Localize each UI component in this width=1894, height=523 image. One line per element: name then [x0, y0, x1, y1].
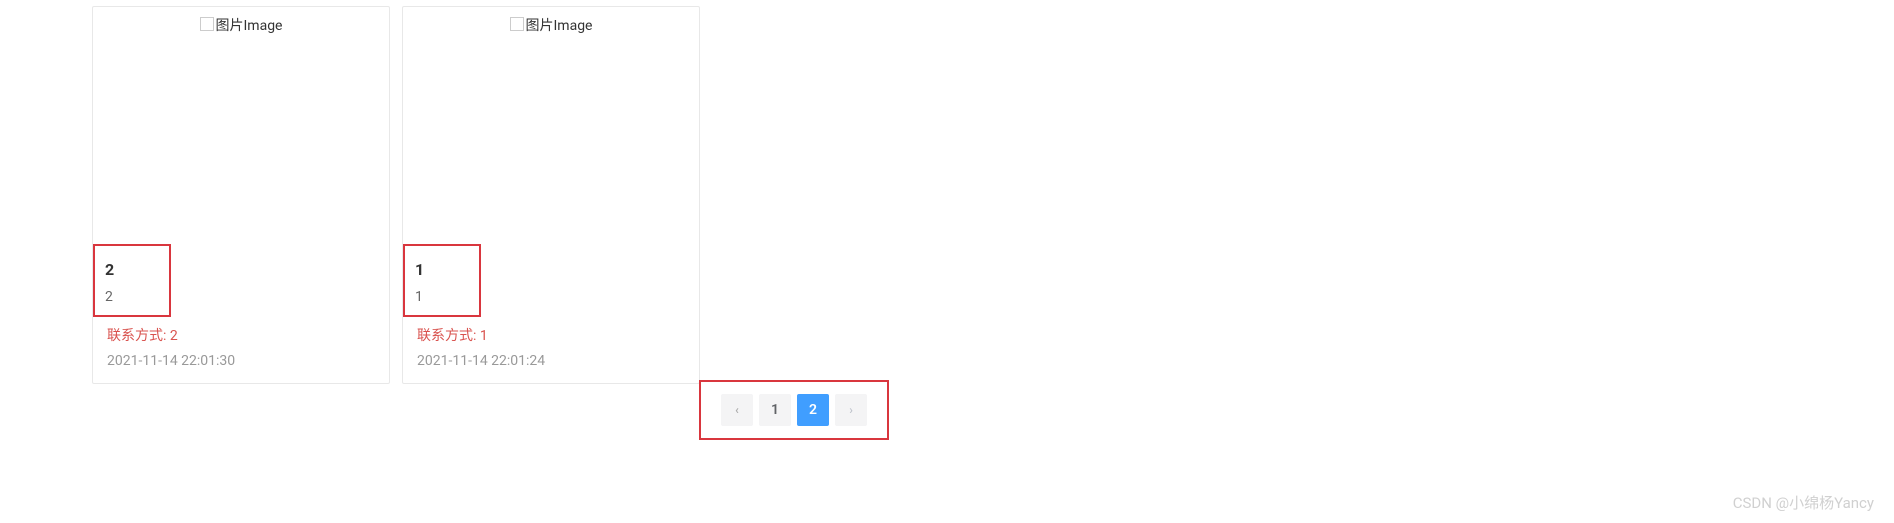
image-placeholder: 图片Image	[200, 15, 283, 35]
card-body: 1 1 联系方式: 1 2021-11-14 22:01:24	[403, 232, 699, 383]
card-title: 1	[415, 260, 469, 279]
card-body: 2 2 联系方式: 2 2021-11-14 22:01:30	[93, 232, 389, 383]
timestamp: 2021-11-14 22:01:30	[107, 353, 375, 369]
image-placeholder-label: 图片Image	[526, 15, 593, 35]
contact-line: 联系方式: 1	[417, 325, 685, 345]
pagination: ‹ 1 2 ›	[721, 394, 867, 426]
card-subtitle: 1	[415, 289, 469, 305]
broken-image-icon	[510, 17, 524, 31]
card-image-area: 图片Image	[403, 7, 699, 232]
cards-container: 图片Image 2 2 联系方式: 2 2021-11-14 22:01:30 …	[0, 0, 1894, 384]
pagination-page-2[interactable]: 2	[797, 394, 829, 426]
contact-value: 1	[480, 328, 488, 344]
pagination-next-button[interactable]: ›	[835, 394, 867, 426]
contact-line: 联系方式: 2	[107, 325, 375, 345]
image-placeholder-label: 图片Image	[216, 15, 283, 35]
timestamp: 2021-11-14 22:01:24	[417, 353, 685, 369]
card-item[interactable]: 图片Image 2 2 联系方式: 2 2021-11-14 22:01:30	[92, 6, 390, 384]
chevron-left-icon: ‹	[735, 403, 739, 417]
image-placeholder: 图片Image	[510, 15, 593, 35]
pagination-page-1[interactable]: 1	[759, 394, 791, 426]
pagination-prev-button[interactable]: ‹	[721, 394, 753, 426]
card-title: 2	[105, 260, 159, 279]
pagination-wrapper: ‹ 1 2 ›	[699, 380, 889, 440]
chevron-right-icon: ›	[849, 403, 853, 417]
contact-label: 联系方式:	[107, 328, 166, 344]
card-item[interactable]: 图片Image 1 1 联系方式: 1 2021-11-14 22:01:24	[402, 6, 700, 384]
highlight-box: 2 2	[93, 244, 171, 317]
contact-label: 联系方式:	[417, 328, 476, 344]
card-subtitle: 2	[105, 289, 159, 305]
card-image-area: 图片Image	[93, 7, 389, 232]
watermark: CSDN @小绵杨Yancy	[1733, 492, 1874, 513]
highlight-box: 1 1	[403, 244, 481, 317]
contact-value: 2	[170, 328, 178, 344]
broken-image-icon	[200, 17, 214, 31]
